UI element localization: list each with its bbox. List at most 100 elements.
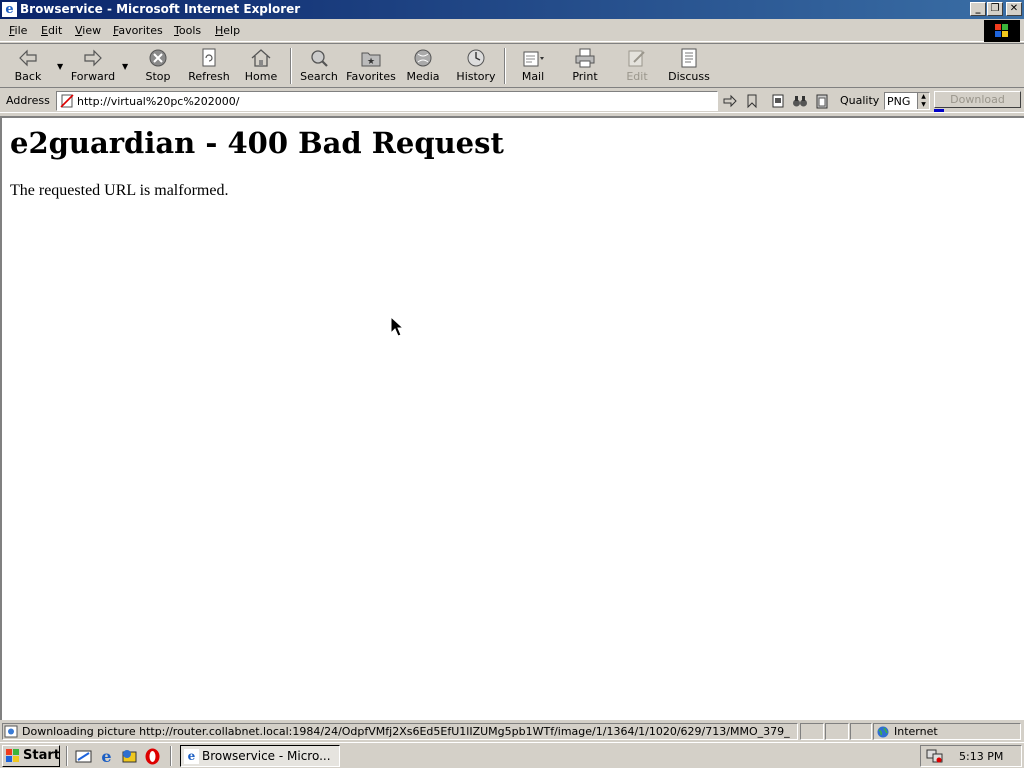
home-icon bbox=[251, 49, 271, 67]
clipboard-icon[interactable] bbox=[814, 93, 830, 109]
favorites-label: Favorites bbox=[346, 70, 396, 83]
minimize-button[interactable]: _ bbox=[970, 2, 986, 16]
toolbar-separator bbox=[504, 48, 506, 84]
quality-label: Quality bbox=[840, 94, 880, 107]
forward-label: Forward bbox=[70, 70, 116, 83]
globe-icon bbox=[877, 726, 889, 738]
menu-edit[interactable]: Edit bbox=[41, 24, 62, 37]
status-text: Downloading picture http://router.collab… bbox=[22, 725, 790, 738]
back-button[interactable]: Back bbox=[8, 46, 48, 86]
windows-flag-icon bbox=[995, 24, 1009, 38]
address-input[interactable] bbox=[77, 93, 713, 109]
system-tray: 5:13 PM bbox=[920, 745, 1022, 767]
status-pane bbox=[850, 723, 872, 740]
ie-icon[interactable]: e bbox=[2, 2, 17, 17]
forward-dropdown-icon[interactable]: ▼ bbox=[122, 62, 128, 71]
quality-value: PNG bbox=[887, 95, 911, 108]
edit-label: Edit bbox=[626, 70, 648, 83]
close-button[interactable]: ✕ bbox=[1006, 2, 1022, 16]
print-icon bbox=[575, 48, 595, 68]
quality-select[interactable]: PNG ▲ ▼ bbox=[884, 92, 930, 110]
taskbar-window-label: Browservice - Micro... bbox=[202, 749, 331, 763]
windows-logo bbox=[984, 20, 1020, 42]
spin-down-icon[interactable]: ▼ bbox=[918, 101, 929, 109]
menu-tools[interactable]: Tools bbox=[174, 24, 201, 37]
quality-spinner[interactable]: ▲ ▼ bbox=[917, 93, 929, 109]
refresh-label: Refresh bbox=[188, 70, 230, 83]
mail-label: Mail bbox=[521, 70, 545, 83]
favorites-button[interactable]: ★ Favorites bbox=[346, 46, 396, 86]
forward-arrow-icon bbox=[84, 49, 102, 67]
forward-button[interactable]: Forward bbox=[70, 46, 116, 86]
status-main-pane: Downloading picture http://router.collab… bbox=[2, 723, 798, 740]
search-label: Search bbox=[300, 70, 338, 83]
back-arrow-icon bbox=[19, 49, 37, 67]
stop-label: Stop bbox=[145, 70, 171, 83]
home-button[interactable]: Home bbox=[242, 46, 280, 86]
mail-button[interactable]: Mail bbox=[516, 46, 550, 86]
search-icon bbox=[311, 50, 328, 67]
refresh-icon bbox=[202, 48, 216, 67]
go-arrow-icon[interactable] bbox=[722, 93, 738, 109]
taskbar-browservice-window[interactable]: e Browservice - Micro... bbox=[180, 745, 340, 767]
history-label: History bbox=[456, 70, 496, 83]
print-label: Print bbox=[572, 70, 598, 83]
media-icon bbox=[414, 49, 432, 67]
favorites-folder-icon: ★ bbox=[361, 52, 381, 67]
maximize-button[interactable]: ❐ bbox=[987, 2, 1003, 16]
internet-explorer-icon[interactable]: e bbox=[98, 748, 115, 765]
address-label: Address bbox=[6, 94, 50, 107]
history-button[interactable]: History bbox=[454, 46, 498, 86]
back-dropdown-icon[interactable]: ▼ bbox=[57, 62, 63, 71]
discuss-icon bbox=[681, 48, 697, 68]
menu-bar: File Edit View Favorites Tools Help bbox=[0, 20, 1024, 42]
menu-file[interactable]: File bbox=[9, 24, 27, 37]
history-icon bbox=[467, 49, 485, 67]
stop-button[interactable]: Stop bbox=[140, 46, 176, 86]
show-desktop-icon[interactable] bbox=[75, 748, 92, 765]
broken-page-icon bbox=[60, 94, 74, 108]
taskbar-separator bbox=[66, 746, 68, 766]
page-message: The requested URL is malformed. bbox=[10, 182, 229, 199]
page-content: e2guardian - 400 Bad Request The request… bbox=[0, 116, 1024, 720]
download-progress-fill bbox=[934, 109, 945, 112]
print-button[interactable]: Print bbox=[566, 46, 604, 86]
mail-icon bbox=[523, 51, 544, 67]
address-field[interactable] bbox=[56, 91, 718, 111]
search-button[interactable]: Search bbox=[298, 46, 340, 86]
downloading-page-icon bbox=[4, 725, 18, 738]
page-icon[interactable] bbox=[770, 93, 786, 109]
start-label: Start bbox=[23, 748, 60, 763]
edit-icon bbox=[628, 50, 645, 67]
title-bar: e Browservice - Microsoft Internet Explo… bbox=[0, 0, 1024, 19]
bookmark-icon[interactable] bbox=[744, 93, 760, 109]
menu-help[interactable]: Help bbox=[215, 24, 240, 37]
ie-icon: e bbox=[184, 749, 199, 764]
taskbar: Start e e Browservice - Micro... 5:13 PM bbox=[0, 742, 1024, 768]
media-label: Media bbox=[406, 70, 440, 83]
back-label: Back bbox=[14, 70, 42, 83]
edit-button[interactable]: Edit bbox=[620, 46, 654, 86]
spin-up-icon[interactable]: ▲ bbox=[918, 93, 929, 101]
download-button[interactable]: Download bbox=[934, 91, 1021, 108]
toolbar-separator bbox=[290, 48, 292, 84]
svg-text:★: ★ bbox=[367, 57, 375, 67]
clock[interactable]: 5:13 PM bbox=[959, 750, 1003, 763]
discuss-label: Discuss bbox=[668, 70, 710, 83]
refresh-button[interactable]: Refresh bbox=[186, 46, 232, 86]
status-pane bbox=[825, 723, 849, 740]
mouse-cursor-icon bbox=[390, 316, 405, 337]
find-binoculars-icon[interactable] bbox=[792, 93, 808, 109]
security-zone: Internet bbox=[894, 725, 938, 738]
home-label: Home bbox=[244, 70, 278, 83]
outlook-express-icon[interactable] bbox=[121, 748, 138, 765]
address-bar: Address Quality PNG ▲ ▼ Download bbox=[0, 89, 1024, 113]
opera-icon[interactable] bbox=[144, 748, 161, 765]
menu-favorites[interactable]: Favorites bbox=[113, 24, 163, 37]
menu-view[interactable]: View bbox=[75, 24, 101, 37]
network-icon[interactable] bbox=[926, 748, 943, 764]
discuss-button[interactable]: Discuss bbox=[668, 46, 710, 86]
media-button[interactable]: Media bbox=[404, 46, 442, 86]
status-pane bbox=[800, 723, 824, 740]
start-button[interactable]: Start bbox=[2, 745, 60, 767]
